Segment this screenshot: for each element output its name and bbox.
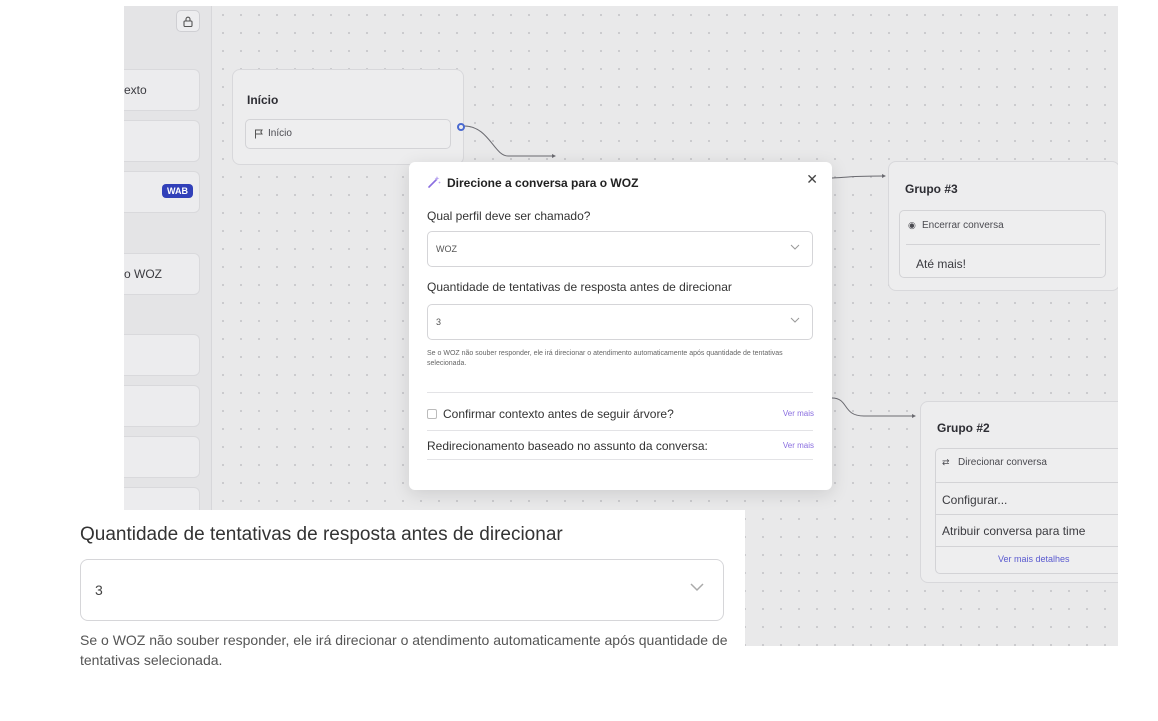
start-node-row-label: Início [268,128,292,139]
redirect-icon: ⇄ [942,457,950,467]
redirect-see-more-link[interactable]: Ver mais [783,441,814,450]
start-node-title: Início [247,93,279,107]
divider [427,392,813,393]
divider [906,244,1100,245]
profile-label: Qual perfil deve ser chamado? [427,209,591,223]
zoom-help-text: Se o WOZ não souber responder, ele irá d… [80,632,728,668]
group3-title: Grupo #3 [905,182,958,196]
attempts-help-text: Se o WOZ não souber responder, ele irá d… [427,350,783,367]
zoomed-detail: Quantidade de tentativas de resposta ant… [0,510,745,721]
group3-row1: Encerrar conversa [922,220,1004,231]
zoom-attempts-value: 3 [95,582,103,598]
woz-direction-modal: Direcione a conversa para o WOZ ✕ Qual p… [409,162,832,490]
zoom-attempts-label: Quantidade de tentativas de resposta ant… [80,524,563,545]
start-node[interactable]: Início Início [232,69,464,165]
divider [936,482,1118,483]
profile-select[interactable]: WOZ [427,231,813,267]
divider [427,430,813,431]
flag-icon [255,129,263,139]
confirm-see-more-link[interactable]: Ver mais [783,409,814,418]
divider [936,514,1118,515]
chevron-down-icon [790,244,800,250]
start-node-port[interactable] [457,123,465,131]
group2-details-link[interactable]: Ver mais detalhes [998,554,1070,564]
start-node-row[interactable]: Início [245,119,451,149]
redirect-subject-label: Redirecionamento baseado no assunto da c… [427,439,708,453]
attempts-label: Quantidade de tentativas de resposta ant… [427,280,732,294]
group2-row1: Direcionar conversa [958,457,1047,468]
zoom-attempts-select[interactable]: 3 [80,559,724,621]
chevron-down-icon [790,317,800,323]
attempts-select-value: 3 [436,317,442,327]
modal-title: Direcione a conversa para o WOZ [447,176,639,190]
group2-row3[interactable]: Atribuir conversa para time [942,524,1085,538]
group3-block[interactable]: ◉ Encerrar conversa Até mais! [899,210,1106,278]
end-conversation-icon: ◉ [908,220,916,230]
confirm-context-checkbox[interactable] [427,409,437,419]
divider [936,546,1118,547]
divider [427,459,813,460]
profile-select-value: WOZ [436,244,457,254]
group3-node[interactable]: Grupo #3 ◉ Encerrar conversa Até mais! [888,161,1118,291]
attempts-select[interactable]: 3 [427,304,813,340]
group2-block[interactable]: ⇄ Direcionar conversa Configurar... Atri… [935,448,1118,574]
group2-title: Grupo #2 [937,421,990,435]
confirm-context-label[interactable]: Confirmar contexto antes de seguir árvor… [443,407,674,421]
group3-row2: Até mais! [916,257,967,271]
close-icon[interactable]: ✕ [806,171,818,188]
group2-row2[interactable]: Configurar... [942,493,1007,507]
chevron-down-icon [690,583,704,592]
magic-wand-icon [428,176,441,188]
group2-node[interactable]: Grupo #2 ⇄ Direcionar conversa Configura… [920,401,1118,583]
